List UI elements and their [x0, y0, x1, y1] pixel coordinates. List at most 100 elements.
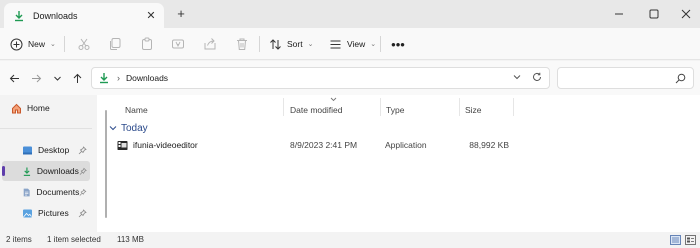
rename-icon[interactable]: [171, 37, 185, 51]
pin-icon[interactable]: [79, 188, 87, 197]
column-divider[interactable]: [513, 98, 514, 116]
new-button[interactable]: New ⌄: [10, 33, 56, 55]
search-icon: [675, 73, 686, 84]
tab-downloads[interactable]: Downloads ✕: [4, 3, 164, 28]
address-dropdown-button[interactable]: [511, 73, 523, 83]
toolbar-divider: [64, 36, 65, 52]
desktop-icon: [23, 146, 32, 154]
close-button[interactable]: [667, 0, 700, 28]
sidebar-item-label: Downloads: [36, 166, 79, 176]
new-tab-button[interactable]: +: [174, 6, 188, 21]
toolbar-divider: [259, 36, 260, 52]
pictures-icon: [23, 209, 32, 217]
column-header-label: Name: [125, 105, 148, 115]
pin-icon[interactable]: [78, 145, 87, 155]
refresh-button[interactable]: [531, 72, 543, 85]
sort-icon: [270, 38, 281, 50]
sidebar-item-downloads[interactable]: Downloads: [2, 161, 90, 181]
file-size: 88,992 KB: [469, 140, 509, 150]
paste-icon[interactable]: [140, 37, 154, 51]
file-type: Application: [385, 140, 427, 150]
arrow-left-icon: [9, 74, 19, 82]
plus-circle-icon: [10, 38, 23, 50]
breadcrumb-separator: ›: [117, 73, 120, 83]
back-button[interactable]: [7, 71, 21, 85]
more-icon: •••: [391, 36, 405, 52]
minimize-button[interactable]: [600, 0, 638, 28]
sidebar-item-home[interactable]: Home: [2, 98, 90, 118]
file-list[interactable]: Name Date modified Type Size Today ifuni…: [97, 95, 700, 232]
selection-count: 1 item selected: [47, 235, 101, 244]
forward-button[interactable]: [29, 71, 43, 85]
refresh-icon: [533, 72, 541, 81]
column-header-label: Type: [386, 105, 405, 115]
sidebar-divider: [0, 128, 92, 129]
copy-icon[interactable]: [108, 37, 122, 51]
pin-icon[interactable]: [79, 167, 87, 176]
search-box[interactable]: [557, 67, 694, 89]
column-divider[interactable]: [283, 98, 284, 116]
details-view-icon[interactable]: [670, 235, 681, 245]
arrow-right-icon: [31, 74, 41, 82]
close-icon: [681, 9, 691, 19]
tiles-view-icon[interactable]: [685, 235, 696, 245]
sidebar-item-label: Desktop: [38, 145, 70, 155]
maximize-icon: [649, 9, 659, 19]
download-icon: [15, 10, 23, 21]
chevron-down-icon: [109, 126, 117, 131]
sidebar-item-documents[interactable]: Documents: [2, 182, 90, 202]
selection-size: 113 MB: [117, 235, 144, 244]
up-button[interactable]: [70, 71, 84, 85]
sidebar-item-label: Pictures: [38, 208, 69, 218]
arrow-up-icon: [73, 73, 81, 83]
column-header-label: Size: [465, 105, 482, 115]
pin-icon[interactable]: [78, 208, 87, 218]
chevron-down-icon: ⌄: [307, 41, 314, 48]
new-button-label: New: [28, 39, 46, 49]
title-bar: Downloads ✕ +: [0, 0, 700, 28]
tab-title: Downloads: [33, 10, 78, 21]
view-button[interactable]: View ⌄: [329, 33, 376, 55]
column-header-type[interactable]: Type: [386, 100, 404, 120]
status-bar: 2 items 1 item selected 113 MB: [0, 232, 700, 248]
address-row: › Downloads: [0, 61, 700, 95]
chevron-down-icon: ⌄: [50, 41, 56, 48]
share-icon[interactable]: [203, 37, 217, 51]
sidebar-item-label: Documents: [36, 187, 80, 197]
view-icon: [330, 40, 341, 48]
application-icon: [117, 141, 128, 150]
column-header-label: Date modified: [290, 105, 343, 115]
sidebar-item-desktop[interactable]: Desktop: [2, 140, 90, 160]
sort-button[interactable]: Sort ⌄: [269, 33, 313, 55]
column-divider[interactable]: [380, 98, 381, 116]
column-header-date[interactable]: Date modified: [290, 100, 342, 120]
group-header-today[interactable]: Today: [109, 121, 148, 135]
search-input[interactable]: [564, 71, 672, 85]
column-header-name[interactable]: Name: [125, 100, 148, 120]
column-divider[interactable]: [459, 98, 460, 116]
command-bar: New ⌄ Sort ⌄ View ⌄ •••: [0, 28, 700, 60]
file-name: ifunia-videoeditor: [133, 140, 198, 150]
file-date-modified: 8/9/2023 2:41 PM: [290, 140, 358, 150]
chevron-down-icon: ⌄: [370, 41, 377, 48]
download-icon: [100, 73, 108, 84]
sort-ascending-icon: [330, 97, 337, 102]
breadcrumb-downloads[interactable]: Downloads: [126, 73, 511, 83]
column-header-size[interactable]: Size: [465, 100, 482, 120]
sidebar-item-label: Home: [27, 103, 50, 113]
cut-icon[interactable]: [77, 37, 91, 51]
document-icon: [23, 188, 30, 196]
minimize-icon: [615, 13, 623, 15]
sidebar-item-pictures[interactable]: Pictures: [2, 203, 90, 223]
view-button-label: View: [347, 39, 366, 49]
recent-locations-button[interactable]: [50, 71, 64, 85]
toolbar-divider: [380, 36, 381, 52]
table-row[interactable]: ifunia-videoeditor 8/9/2023 2:41 PM Appl…: [113, 138, 533, 154]
group-label: Today: [121, 122, 148, 134]
scrollbar[interactable]: [105, 110, 107, 218]
delete-icon[interactable]: [235, 37, 249, 51]
address-bar[interactable]: › Downloads: [91, 67, 550, 89]
more-options-button[interactable]: •••: [388, 36, 408, 52]
item-count: 2 items: [6, 235, 32, 244]
tab-close-button[interactable]: ✕: [144, 9, 158, 23]
